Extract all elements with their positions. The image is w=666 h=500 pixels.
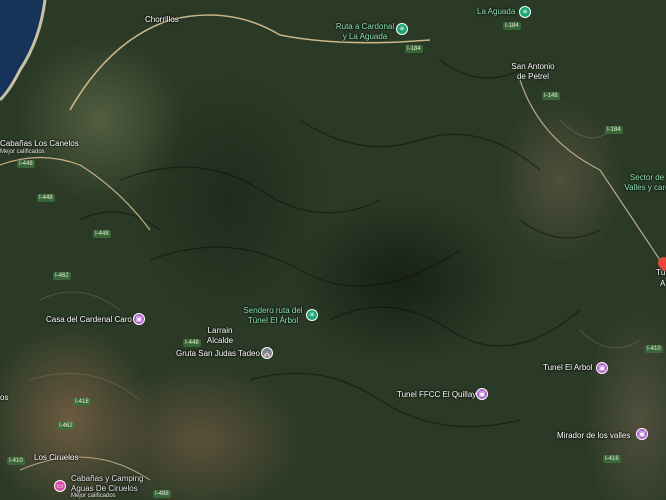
road-label-i418: I-418: [73, 398, 91, 406]
place-cabanas-los-canelos[interactable]: Cabañas Los Canelos: [0, 139, 79, 149]
church-icon[interactable]: ⛪: [261, 347, 273, 359]
landmark-icon[interactable]: ▣: [596, 362, 608, 374]
place-chorrillos[interactable]: Chorrillos: [145, 15, 179, 25]
ruta-cardonal-line2: y La Aguada: [342, 32, 388, 41]
camping-rating-label: Mejor calificados: [71, 493, 116, 499]
road-label-i184-b: I-184: [503, 22, 521, 30]
poi-tunel-ffcc[interactable]: Tunel FFCC El Quillay: [397, 390, 476, 400]
larrain-line1: Larrain: [207, 326, 233, 335]
place-sector-valles[interactable]: Sector de Valles y card: [612, 173, 666, 193]
poi-camping[interactable]: Cabañas y Camping Aguas De Ciruelos: [71, 474, 143, 494]
ocean-area: [0, 0, 45, 100]
road-label-i488: I-488: [153, 490, 171, 498]
sector-line2: Valles y card: [624, 183, 666, 192]
road-label-i410-a: I-410: [7, 457, 25, 465]
satellite-map[interactable]: Chorrillos San Antonio de Petrel Cabañas…: [0, 0, 666, 500]
larrain-line2: Alcalde: [206, 336, 234, 345]
place-edge-left[interactable]: os: [0, 393, 8, 403]
hiking-icon[interactable]: ✳: [396, 23, 408, 35]
poi-casa-cardenal[interactable]: Casa del Cardenal Caro: [46, 315, 132, 325]
poi-tunel-el-arbol[interactable]: Tunel El Arbol: [543, 363, 593, 373]
sector-line1: Sector de: [629, 173, 665, 182]
poi-la-aguada[interactable]: La Aguada: [477, 7, 515, 17]
road-label-i184-c: I-184: [605, 126, 623, 134]
road-label-i448-d: I-448: [183, 339, 201, 347]
road-label-i184-a: I-184: [405, 45, 423, 53]
poi-mirador[interactable]: Mirador de los valles: [557, 431, 630, 441]
road-label-i416: I-416: [603, 455, 621, 463]
camping-line1: Cabañas y Camping: [71, 474, 144, 483]
place-larrain-alcalde[interactable]: Larrain Alcalde: [200, 326, 240, 346]
road-i448: [0, 156, 151, 231]
lodging-icon[interactable]: ▭: [54, 480, 66, 492]
road-label-i410-b: I-410: [645, 345, 663, 353]
place-los-ciruelos[interactable]: Los Ciruelos: [34, 453, 78, 463]
ruta-cardonal-line1: Ruta a Cardonal: [335, 22, 395, 31]
road-i184: [519, 79, 661, 261]
road-label-i448-b: I-448: [37, 194, 55, 202]
hiking-icon[interactable]: ✳: [519, 6, 531, 18]
poi-gruta[interactable]: Gruta San Judas Tadeo: [176, 349, 260, 359]
terrain-overlay: [0, 0, 661, 481]
place-edge-right-2: A: [660, 279, 666, 288]
road-label-i148: I-148: [542, 92, 560, 100]
road-label-i462-b: I-462: [57, 422, 75, 430]
place-san-antonio-line2: de Petrel: [516, 72, 550, 81]
road-label-i462-a: I-462: [53, 272, 71, 280]
poi-sendero-tunel[interactable]: Sendero ruta del Túnel El Árbol: [238, 306, 308, 326]
place-san-antonio[interactable]: San Antonio de Petrel: [508, 62, 558, 82]
road-label-i448-a: I-448: [17, 160, 35, 168]
landmark-icon[interactable]: ▣: [476, 388, 488, 400]
viewpoint-icon[interactable]: ▣: [636, 428, 648, 440]
place-san-antonio-line1: San Antonio: [511, 62, 555, 71]
poi-ruta-cardonal[interactable]: Ruta a Cardonal y La Aguada: [330, 22, 400, 42]
sendero-line2: Túnel El Árbol: [247, 316, 299, 325]
road-label-i448-c: I-448: [93, 230, 111, 238]
cabanas-rating-label: Mejor calificados: [0, 149, 45, 155]
hiking-icon[interactable]: ✳: [306, 309, 318, 321]
sendero-line1: Sendero ruta del: [243, 306, 303, 315]
landmark-icon[interactable]: ▣: [133, 313, 145, 325]
